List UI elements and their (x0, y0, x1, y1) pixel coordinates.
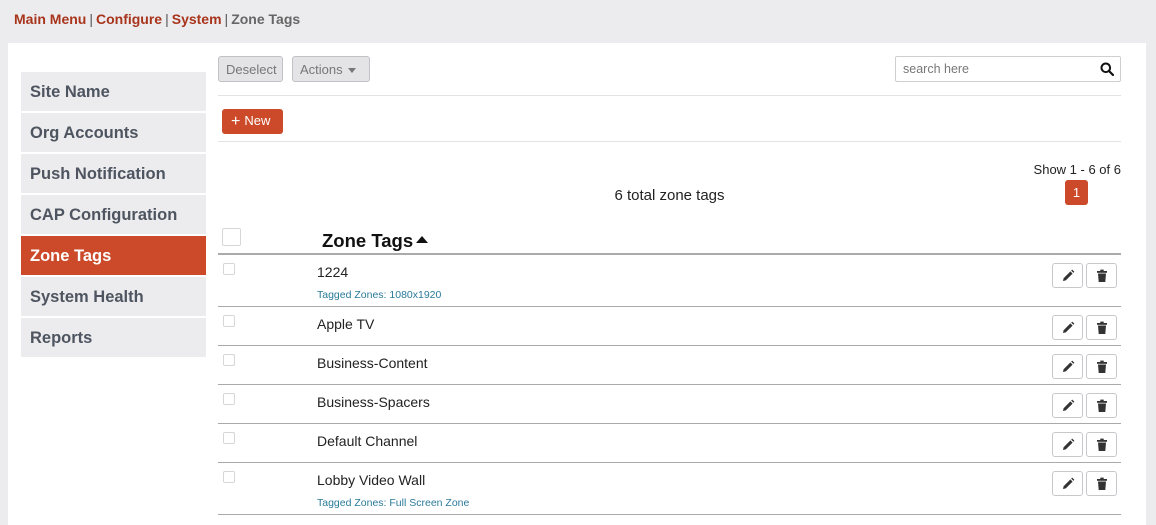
search-icon[interactable] (1100, 62, 1114, 76)
delete-button[interactable] (1086, 263, 1117, 288)
divider (218, 141, 1121, 142)
edit-button[interactable] (1052, 471, 1083, 496)
table-row: 1224 Tagged Zones: 1080x1920 (218, 255, 1121, 307)
row-name: 1224 (317, 264, 349, 280)
breadcrumb-configure[interactable]: Configure (96, 11, 162, 27)
pencil-icon (1063, 399, 1075, 411)
delete-button[interactable] (1086, 393, 1117, 418)
edit-button[interactable] (1052, 432, 1083, 457)
delete-button[interactable] (1086, 315, 1117, 340)
column-header-label: Zone Tags (322, 230, 414, 251)
row-checkbox[interactable] (223, 315, 235, 327)
deselect-button[interactable]: Deselect (218, 56, 283, 82)
trash-icon (1097, 321, 1107, 334)
edit-button[interactable] (1052, 263, 1083, 288)
breadcrumb-main-menu[interactable]: Main Menu (14, 11, 86, 27)
edit-button[interactable] (1052, 315, 1083, 340)
trash-icon (1097, 269, 1107, 282)
table-row: Apple TV (218, 307, 1121, 346)
trash-icon (1097, 399, 1107, 412)
search-input[interactable] (896, 57, 1092, 81)
sidebar-item-system-health[interactable]: System Health (21, 277, 206, 316)
tagged-zones-label: Tagged Zones: (317, 497, 387, 509)
row-checkbox[interactable] (223, 354, 235, 366)
row-checkbox[interactable] (223, 393, 235, 405)
row-tagged-zones: Tagged Zones: 1080x1920 (317, 289, 441, 301)
column-header-zone-tags[interactable]: Zone Tags (322, 230, 429, 252)
trash-icon (1097, 477, 1107, 490)
tagged-zones-label: Tagged Zones: (317, 289, 387, 301)
trash-icon (1097, 438, 1107, 451)
sidebar-item-cap-configuration[interactable]: CAP Configuration (21, 195, 206, 234)
sidebar-item-org-accounts[interactable]: Org Accounts (21, 113, 206, 152)
main-panel: Site Name Org Accounts Push Notification… (8, 43, 1146, 525)
pencil-icon (1063, 438, 1075, 450)
select-all-checkbox[interactable] (222, 228, 241, 246)
row-tagged-zones: Tagged Zones: Full Screen Zone (317, 497, 469, 509)
sidebar-item-reports[interactable]: Reports (21, 318, 206, 357)
row-name: Default Channel (317, 433, 418, 449)
delete-button[interactable] (1086, 471, 1117, 496)
delete-button[interactable] (1086, 354, 1117, 379)
pagination-summary: Show 1 - 6 of 6 (1033, 162, 1121, 177)
table-row: Lobby Video Wall Tagged Zones: Full Scre… (218, 463, 1121, 515)
pencil-icon (1063, 321, 1075, 333)
row-checkbox[interactable] (223, 432, 235, 444)
pencil-icon (1063, 360, 1075, 372)
edit-button[interactable] (1052, 354, 1083, 379)
plus-icon: + (231, 113, 241, 130)
sidebar: Site Name Org Accounts Push Notification… (21, 72, 206, 359)
row-name: Lobby Video Wall (317, 472, 426, 488)
divider (218, 95, 1121, 96)
breadcrumb-separator: | (165, 11, 169, 27)
search-box (895, 56, 1121, 82)
row-checkbox[interactable] (223, 471, 235, 483)
edit-button[interactable] (1052, 393, 1083, 418)
row-name: Business-Spacers (317, 394, 430, 410)
tagged-zones-value: Full Screen Zone (389, 497, 470, 509)
trash-icon (1097, 360, 1107, 373)
sidebar-item-push-notification[interactable]: Push Notification (21, 154, 206, 193)
sort-asc-icon (416, 236, 429, 243)
tagged-zones-value: 1080x1920 (389, 289, 442, 301)
breadcrumb-separator: | (89, 11, 93, 27)
table-row: Business-Spacers (218, 385, 1121, 424)
table-row: Default Channel (218, 424, 1121, 463)
sidebar-item-zone-tags[interactable]: Zone Tags (21, 236, 206, 275)
new-button-label: New (244, 113, 271, 128)
actions-dropdown[interactable]: Actions (292, 56, 370, 82)
pencil-icon (1063, 477, 1075, 489)
row-name: Business-Content (317, 355, 428, 371)
pencil-icon (1063, 269, 1075, 281)
row-checkbox[interactable] (223, 263, 235, 275)
table-row: Business-Content (218, 346, 1121, 385)
breadcrumb-system[interactable]: System (172, 11, 222, 27)
actions-label: Actions (300, 62, 343, 77)
delete-button[interactable] (1086, 432, 1117, 457)
row-name: Apple TV (317, 316, 375, 332)
breadcrumb-separator: | (224, 11, 229, 27)
new-button[interactable]: + New (222, 109, 283, 134)
sidebar-item-site-name[interactable]: Site Name (21, 72, 206, 111)
breadcrumb-current: Zone Tags (231, 11, 301, 27)
content-area: Deselect Actions +New Show 1 - 6 of 6 1 … (218, 43, 1121, 525)
total-count: 6 total zone tags (614, 187, 725, 204)
caret-down-icon (347, 68, 356, 74)
breadcrumb: Main Menu | Configure | System | Zone Tags (14, 11, 300, 27)
deselect-label: Deselect (226, 62, 277, 77)
